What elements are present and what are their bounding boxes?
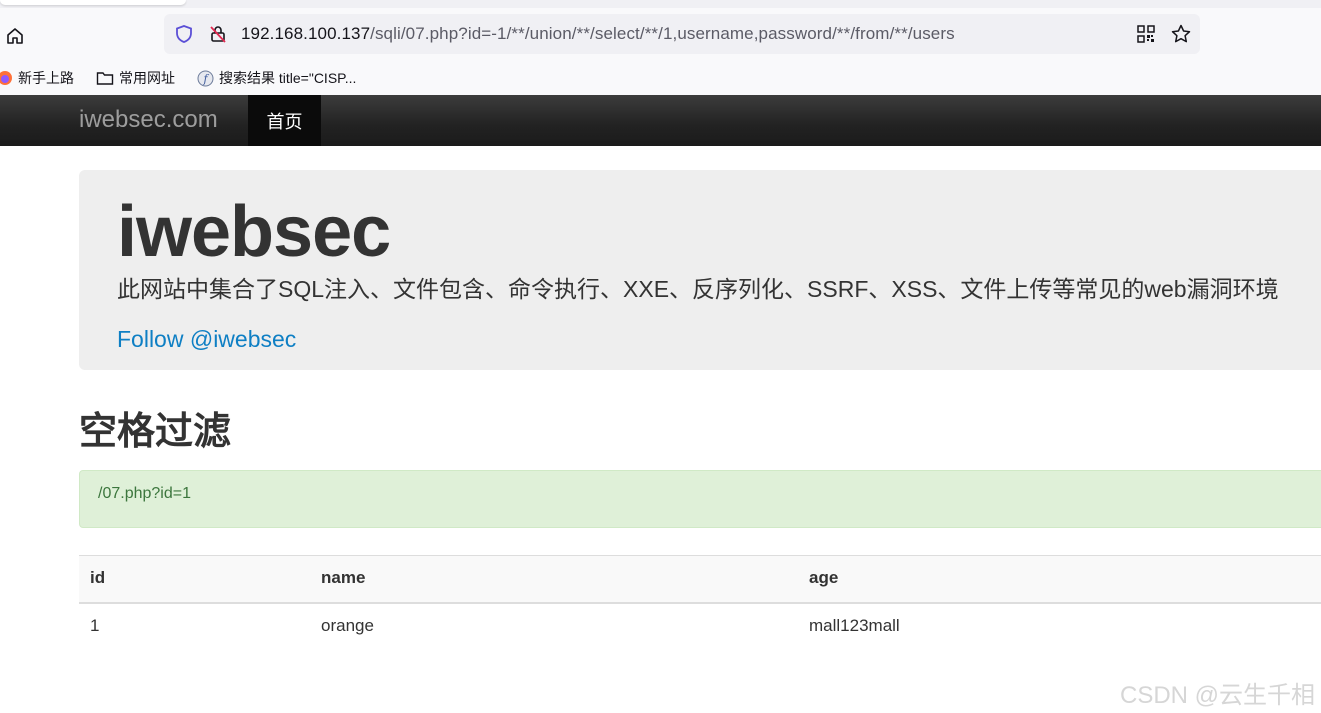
site-favicon: f — [197, 70, 214, 86]
jumbotron-description: 此网站中集合了SQL注入、文件包含、命令执行、XXE、反序列化、SSRF、XSS… — [117, 276, 1279, 302]
bookmark-label: 新手上路 — [18, 70, 74, 86]
follow-link[interactable]: Follow @iwebsec — [117, 324, 296, 354]
url-text[interactable]: 192.168.100.137/sqli/07.php?id=-1/**/uni… — [241, 24, 955, 44]
column-header: id — [90, 568, 106, 587]
alert-text: /07.php?id=1 — [98, 485, 191, 502]
site-navbar: iwebsec.com 首页 — [0, 95, 1321, 146]
url-path: /sqli/07.php?id=-1/**/union/**/select/**… — [370, 24, 955, 43]
section-title: 空格过滤 — [79, 411, 232, 453]
watermark: CSDN @云生千相 — [1120, 682, 1316, 709]
browser-toolbar: 192.168.100.137/sqli/07.php?id=-1/**/uni… — [0, 8, 1321, 62]
firefox-icon — [0, 71, 12, 85]
home-icon[interactable] — [2, 23, 28, 49]
table-cell: orange — [321, 616, 374, 635]
nav-home[interactable]: 首页 — [248, 95, 321, 146]
bookmark-star-icon[interactable] — [1170, 23, 1192, 50]
site-brand[interactable]: iwebsec.com — [79, 106, 218, 134]
bookmark-label: 常用网址 — [119, 70, 175, 86]
success-alert: /07.php?id=1 — [79, 470, 1321, 528]
results-table: id name age 1 orange mall123mall — [79, 555, 1321, 650]
table-cell: 1 — [90, 616, 100, 635]
column-header: age — [809, 568, 839, 587]
jumbotron: iwebsec 此网站中集合了SQL注入、文件包含、命令执行、XXE、反序列化、… — [79, 170, 1321, 370]
tracking-protection-icon[interactable] — [174, 24, 194, 49]
tab-strip — [0, 0, 1321, 8]
url-bar[interactable]: 192.168.100.137/sqli/07.php?id=-1/**/uni… — [164, 14, 1200, 54]
bookmark-folder[interactable]: 常用网址 — [96, 68, 175, 88]
bookmark-item[interactable]: f 搜索结果 title="CISP... — [197, 68, 356, 88]
column-header: name — [321, 568, 366, 587]
bookmarks-bar: 新手上路 常用网址 f 搜索结果 title="CISP... — [0, 62, 1321, 95]
bookmark-item[interactable]: 新手上路 — [0, 68, 74, 88]
table-cell: mall123mall — [809, 616, 900, 635]
jumbotron-title: iwebsec — [117, 192, 391, 272]
folder-icon — [96, 72, 114, 85]
qr-code-icon[interactable] — [1136, 24, 1156, 49]
table-row: 1 orange mall123mall — [79, 604, 1321, 650]
url-host: 192.168.100.137 — [241, 24, 371, 43]
bookmark-label: 搜索结果 title="CISP... — [219, 70, 357, 86]
table-header-row: id name age — [79, 555, 1321, 604]
insecure-lock-icon[interactable] — [208, 24, 228, 49]
active-tab[interactable] — [0, 0, 186, 5]
